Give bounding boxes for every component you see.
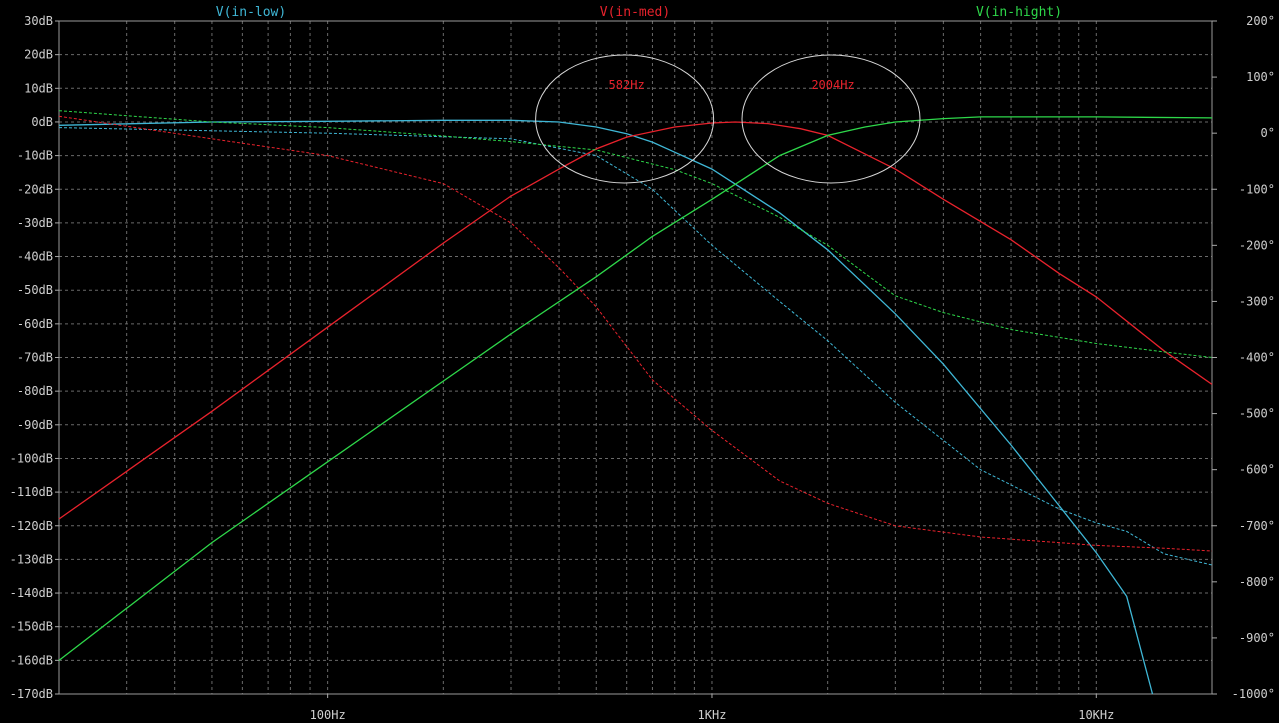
y-tick-label: -100dB: [10, 451, 53, 465]
y-tick-label: 20dB: [24, 48, 53, 62]
series-magnitude-0: [58, 119, 1154, 695]
y2-tick-label: -800°: [1239, 575, 1275, 589]
y-tick-label: -10dB: [17, 149, 53, 163]
legend-entry: V(in-hight): [976, 5, 1062, 20]
y-tick-label: 0dB: [31, 115, 53, 129]
annotation-layer: 582Hz 2004Hz: [535, 54, 921, 184]
y-tick-label: -160dB: [10, 653, 53, 667]
y2-tick-label: -200°: [1239, 238, 1275, 252]
y-tick-label: -150dB: [10, 620, 53, 634]
y2-tick-label: -1000°: [1232, 687, 1275, 701]
series-layer: [58, 110, 1213, 695]
y-tick-label: -40dB: [17, 250, 53, 264]
y-tick-label: -90dB: [17, 418, 53, 432]
y-tick-label: -20dB: [17, 182, 53, 196]
y2-tick-label: -500°: [1239, 407, 1275, 421]
y-tick-label: -30dB: [17, 216, 53, 230]
right-axis-ticks: 200° 100° 0° -100° -200° -300° -400° -500° -600°…: [1212, 14, 1275, 701]
y2-tick-label: -600°: [1239, 463, 1275, 477]
y2-tick-label: -900°: [1239, 631, 1275, 645]
y-tick-label: -50dB: [17, 283, 53, 297]
y-tick-label: -60dB: [17, 317, 53, 331]
y2-tick-label: -300°: [1239, 294, 1275, 308]
y-tick-label: 30dB: [24, 14, 53, 28]
y2-tick-label: -700°: [1239, 519, 1275, 533]
y2-tick-label: 200°: [1246, 14, 1275, 28]
annotation-label: 582Hz: [609, 78, 645, 92]
y-tick-label: -120dB: [10, 519, 53, 533]
y2-tick-label: 100°: [1246, 70, 1275, 84]
left-axis-ticks: 30dB 20dB 10dB 0dB -10dB -20dB -30dB -40dB -50dB…: [10, 14, 59, 701]
series-magnitude-1: [58, 121, 1213, 520]
annotation-ellipse: [741, 54, 921, 184]
series-phase-2: [58, 110, 1213, 358]
series-phase-1: [58, 115, 1213, 552]
legend-entry: V(in-low): [216, 5, 286, 20]
x-tick-label: 1KHz: [698, 708, 727, 722]
legend-entry: V(in-med): [600, 5, 670, 20]
y2-tick-label: -400°: [1239, 351, 1275, 365]
y-tick-label: -140dB: [10, 586, 53, 600]
series-phase-0: [58, 127, 1213, 566]
y-tick-label: -70dB: [17, 351, 53, 365]
y-tick-label: -170dB: [10, 687, 53, 701]
y-tick-label: -130dB: [10, 552, 53, 566]
x-axis-ticks: 100Hz 1KHz 10KHz: [310, 694, 1114, 722]
annotation-ellipse: [535, 54, 715, 184]
y-tick-label: -80dB: [17, 384, 53, 398]
bode-plot: 30dB 20dB 10dB 0dB -10dB -20dB -30dB -40dB -50dB…: [10, 5, 1275, 722]
legend: V(in-low) V(in-med) V(in-hight): [216, 5, 1062, 20]
x-tick-label: 100Hz: [310, 708, 346, 722]
y2-tick-label: -100°: [1239, 182, 1275, 196]
y2-tick-label: 0°: [1261, 126, 1275, 140]
y-tick-label: -110dB: [10, 485, 53, 499]
series-magnitude-2: [58, 116, 1213, 661]
y-tick-label: 10dB: [24, 81, 53, 95]
x-tick-label: 10KHz: [1078, 708, 1114, 722]
annotation-label: 2004Hz: [811, 78, 854, 92]
